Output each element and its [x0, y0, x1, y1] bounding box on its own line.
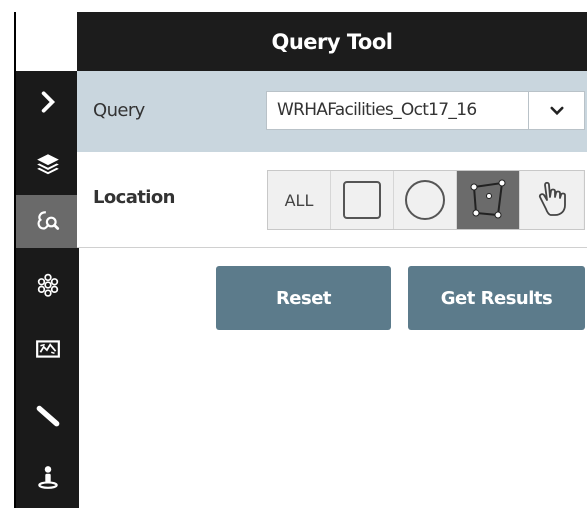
circle-icon	[405, 180, 445, 220]
sidebar-item-cluster[interactable]	[16, 260, 79, 310]
tool-polygon-button[interactable]	[457, 171, 520, 229]
reset-button[interactable]: Reset	[216, 266, 391, 330]
pointer-hand-icon	[538, 181, 566, 216]
sidebar-item-legend[interactable]	[16, 452, 79, 502]
chevron-down-icon	[549, 106, 564, 115]
tool-circle-button[interactable]	[394, 171, 457, 229]
sidebar	[14, 12, 79, 508]
get-results-button[interactable]: Get Results	[408, 266, 585, 330]
left-border	[0, 0, 14, 512]
query-select-value: WRHAFacilities_Oct17_16	[277, 100, 477, 120]
location-label: Location	[93, 187, 175, 208]
query-label: Query	[93, 100, 145, 121]
sidebar-item-basemap[interactable]	[16, 324, 79, 374]
person-icon	[37, 466, 58, 489]
section-divider	[77, 247, 587, 248]
top-border	[0, 0, 587, 12]
location-tools: ALL	[267, 170, 585, 230]
sidebar-item-layers[interactable]	[16, 139, 79, 189]
sidebar-item-measure[interactable]	[16, 390, 79, 440]
tool-all-button[interactable]: ALL	[268, 171, 331, 229]
layers-icon	[36, 154, 59, 175]
tool-all-label: ALL	[284, 190, 314, 210]
chevron-right-icon	[41, 91, 55, 113]
location-row: Location ALL	[77, 152, 587, 248]
polygon-icon	[470, 179, 506, 219]
panel-header: Query Tool	[77, 12, 587, 71]
query-icon	[37, 210, 59, 230]
rectangle-icon	[343, 181, 381, 219]
molecule-icon	[37, 273, 58, 297]
sidebar-item-query[interactable]	[16, 195, 79, 248]
map-icon	[35, 340, 60, 358]
ruler-icon	[36, 405, 59, 427]
query-row: Query WRHAFacilities_Oct17_16	[77, 71, 587, 152]
sidebar-logo-area	[16, 12, 79, 71]
page-title: Query Tool	[271, 29, 394, 54]
bottom-border	[0, 508, 587, 512]
tool-rectangle-button[interactable]	[331, 171, 394, 229]
query-tool-window: Query Tool Query WRHAFacilities_Oct17_16…	[0, 0, 587, 512]
query-select-toggle[interactable]	[528, 92, 584, 129]
query-select[interactable]: WRHAFacilities_Oct17_16	[266, 91, 585, 130]
sidebar-item-expand[interactable]	[16, 77, 79, 127]
tool-hand-button[interactable]	[520, 171, 583, 229]
